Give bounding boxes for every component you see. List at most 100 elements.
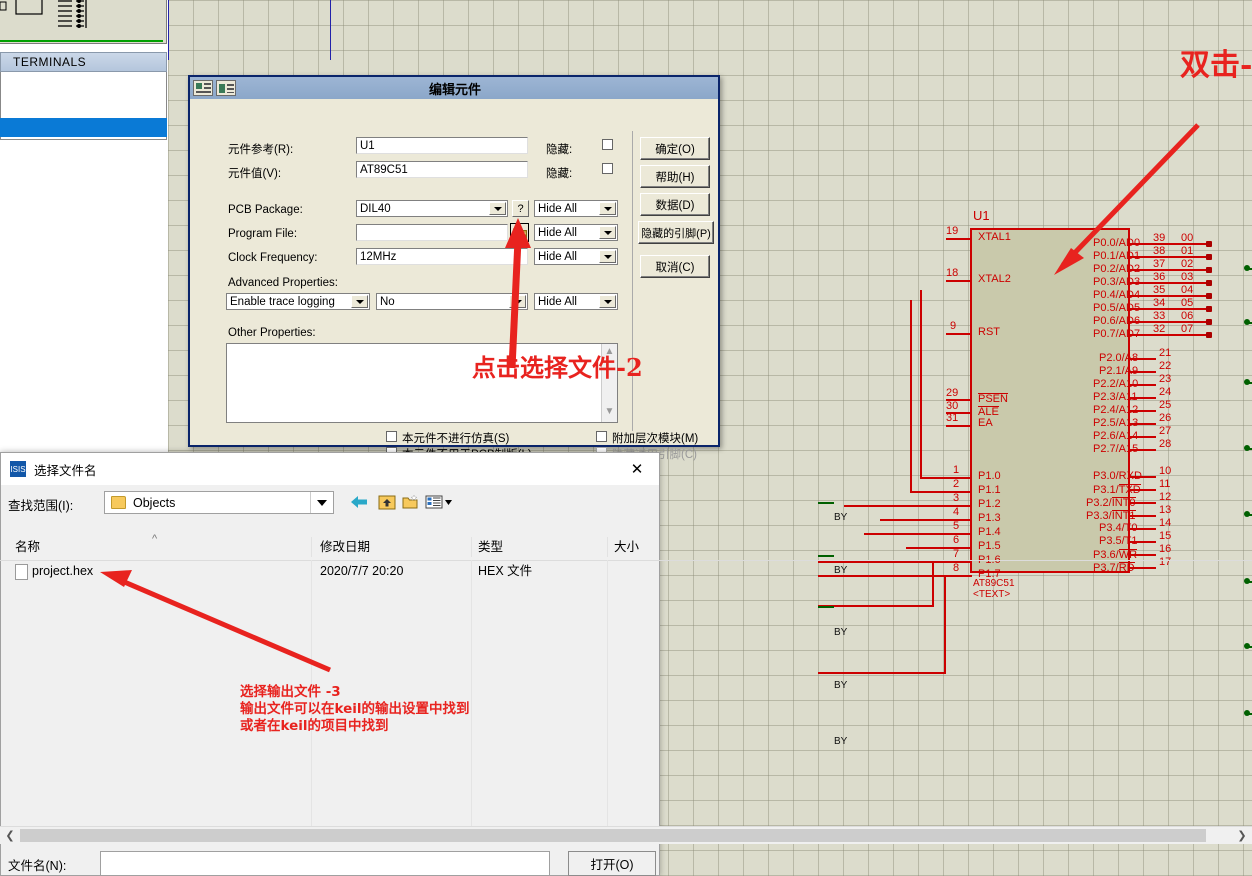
advanced-properties-combo[interactable]: Enable trace logging bbox=[226, 293, 370, 310]
pcb-package-combo[interactable]: DIL40 bbox=[356, 200, 508, 217]
chevron-down-icon[interactable] bbox=[489, 202, 506, 215]
view-mode-icon[interactable] bbox=[424, 491, 458, 513]
column-divider-1[interactable] bbox=[311, 537, 312, 557]
layout-icon-2[interactable] bbox=[216, 80, 236, 96]
component-value-input[interactable]: AT89C51 bbox=[356, 161, 528, 178]
data-button[interactable]: 数据(D) bbox=[640, 193, 710, 216]
file-dialog-titlebar[interactable]: ISIS 选择文件名 ✕ bbox=[1, 453, 659, 485]
hidden-pins-button[interactable]: 隐藏的引脚(P) bbox=[638, 221, 714, 244]
pin-num-30: 30 bbox=[946, 400, 959, 412]
filename-input[interactable] bbox=[100, 851, 550, 876]
layout-icon-1[interactable] bbox=[193, 80, 213, 96]
pin-num-12: 12 bbox=[1159, 491, 1172, 503]
wire-xtal2 bbox=[946, 280, 972, 282]
back-arrow-svg bbox=[351, 496, 367, 508]
pin-num-11: 11 bbox=[1159, 478, 1171, 490]
chevron-down-icon[interactable] bbox=[599, 250, 616, 263]
psen-label: PSEN bbox=[978, 393, 1008, 405]
wire-p33 bbox=[1130, 515, 1156, 517]
pin-num-21: 21 bbox=[1159, 347, 1172, 359]
pcb-help-button[interactable]: ? bbox=[512, 200, 529, 217]
advanced-setting-combo[interactable]: No bbox=[376, 293, 528, 310]
file-name-cell[interactable]: project.hex bbox=[32, 560, 93, 582]
left-net-label-0: BY bbox=[834, 512, 848, 523]
advanced-setting-value: No bbox=[380, 295, 395, 308]
advanced-hide-combo[interactable]: Hide All bbox=[534, 293, 618, 310]
pin-num-22: 22 bbox=[1159, 360, 1172, 372]
table-row[interactable]: project.hex 2020/7/7 20:20 HEX 文件 bbox=[0, 560, 1252, 582]
hidden-checkbox-2[interactable] bbox=[602, 163, 613, 174]
pcb-hide-combo[interactable]: Hide All bbox=[534, 200, 618, 217]
component-ref-input[interactable]: U1 bbox=[356, 137, 528, 154]
column-divider-2[interactable] bbox=[471, 537, 472, 557]
pin-num-5: 5 bbox=[953, 520, 960, 532]
pin-num-27: 27 bbox=[1159, 425, 1172, 437]
button-column-divider bbox=[632, 131, 633, 431]
checkbox-label-no-simulate: 本元件不进行仿真(S) bbox=[402, 433, 510, 445]
open-button[interactable]: 打开(O) bbox=[568, 851, 656, 876]
net-node-07 bbox=[1206, 332, 1212, 338]
edit-dialog-titlebar[interactable]: 编辑元件 bbox=[190, 77, 718, 100]
left-net-label-2: BY bbox=[834, 627, 848, 638]
app-icon: ISIS bbox=[10, 461, 26, 477]
filename-label: 文件名(N): bbox=[8, 859, 67, 873]
clock-hide-combo[interactable]: Hide All bbox=[534, 248, 618, 265]
view-mode-svg bbox=[425, 495, 452, 509]
wire-p20 bbox=[1130, 358, 1156, 360]
column-header-name[interactable]: 名称 bbox=[15, 534, 40, 560]
horizontal-scrollbar[interactable]: ❮ ❯ bbox=[0, 826, 1252, 844]
wire-xtal1 bbox=[946, 238, 972, 240]
chevron-down-icon[interactable] bbox=[599, 226, 616, 239]
net-node-04 bbox=[1206, 293, 1212, 299]
program-file-input[interactable] bbox=[356, 224, 508, 241]
file-type-cell: HEX 文件 bbox=[478, 564, 533, 578]
wire-p10 bbox=[920, 477, 972, 479]
hidden-checkbox-1[interactable] bbox=[602, 139, 613, 150]
wire-p30 bbox=[1130, 476, 1156, 478]
ok-button[interactable]: 确定(O) bbox=[640, 137, 710, 160]
column-header-type[interactable]: 类型 bbox=[478, 534, 503, 560]
terminals-selected-row[interactable] bbox=[0, 118, 167, 137]
wire-p0-v bbox=[1128, 238, 1130, 344]
wire-p25 bbox=[1130, 423, 1156, 425]
scroll-down-icon[interactable]: ▼ bbox=[602, 406, 617, 420]
preview-pane[interactable] bbox=[0, 0, 167, 44]
file-dialog[interactable]: ISIS 选择文件名 ✕ bbox=[0, 452, 660, 876]
scroll-left-icon[interactable]: ❮ bbox=[0, 827, 20, 844]
chevron-down-icon[interactable] bbox=[351, 295, 368, 308]
checkbox-no-simulate[interactable] bbox=[386, 431, 397, 442]
scrollbar-thumb[interactable] bbox=[20, 829, 1206, 842]
scroll-right-icon[interactable]: ❯ bbox=[1232, 827, 1252, 844]
column-divider-3[interactable] bbox=[607, 537, 608, 557]
help-button[interactable]: 帮助(H) bbox=[640, 165, 710, 188]
close-icon[interactable]: ✕ bbox=[615, 453, 659, 485]
wire-p07 bbox=[1128, 334, 1210, 336]
new-folder-icon[interactable] bbox=[400, 491, 422, 513]
net-node-r1 bbox=[1244, 265, 1250, 271]
edit-component-dialog[interactable]: 编辑元件 元件参考(R): U1 隐藏: 元件值(V): AT89C51 隐藏:… bbox=[188, 75, 720, 477]
left-net-label-3: BY bbox=[834, 680, 848, 691]
program-file-label: Program File: bbox=[228, 228, 298, 240]
program-hide-combo[interactable]: Hide All bbox=[534, 224, 618, 241]
lookin-combo[interactable]: Objects bbox=[104, 491, 334, 514]
checkbox-attach-module[interactable] bbox=[596, 431, 607, 442]
pin-num-18: 18 bbox=[946, 267, 959, 279]
up-folder-icon[interactable] bbox=[376, 491, 398, 513]
browse-folder-button[interactable] bbox=[510, 223, 529, 242]
chevron-down-icon[interactable] bbox=[509, 295, 526, 308]
column-header-size[interactable]: 大小 bbox=[614, 534, 639, 560]
canvas-border-line-left bbox=[168, 0, 169, 60]
cancel-button[interactable]: 取消(C) bbox=[640, 255, 710, 278]
back-icon[interactable] bbox=[348, 491, 370, 513]
chevron-down-icon[interactable] bbox=[599, 295, 616, 308]
pin-name-xtal2: XTAL2 bbox=[978, 273, 1011, 285]
chevron-down-icon[interactable] bbox=[599, 202, 616, 215]
chevron-down-icon[interactable] bbox=[310, 492, 333, 513]
clock-frequency-input[interactable]: 12MHz bbox=[356, 248, 528, 265]
hidden-label-2: 隐藏: bbox=[546, 168, 573, 180]
pin-name-p13: P1.3 bbox=[978, 512, 1001, 524]
net-node-r8 bbox=[1244, 710, 1250, 716]
mcu-text-label: <TEXT> bbox=[973, 589, 1011, 600]
column-header-modified[interactable]: 修改日期 bbox=[320, 534, 370, 560]
wire-ea bbox=[946, 425, 972, 427]
